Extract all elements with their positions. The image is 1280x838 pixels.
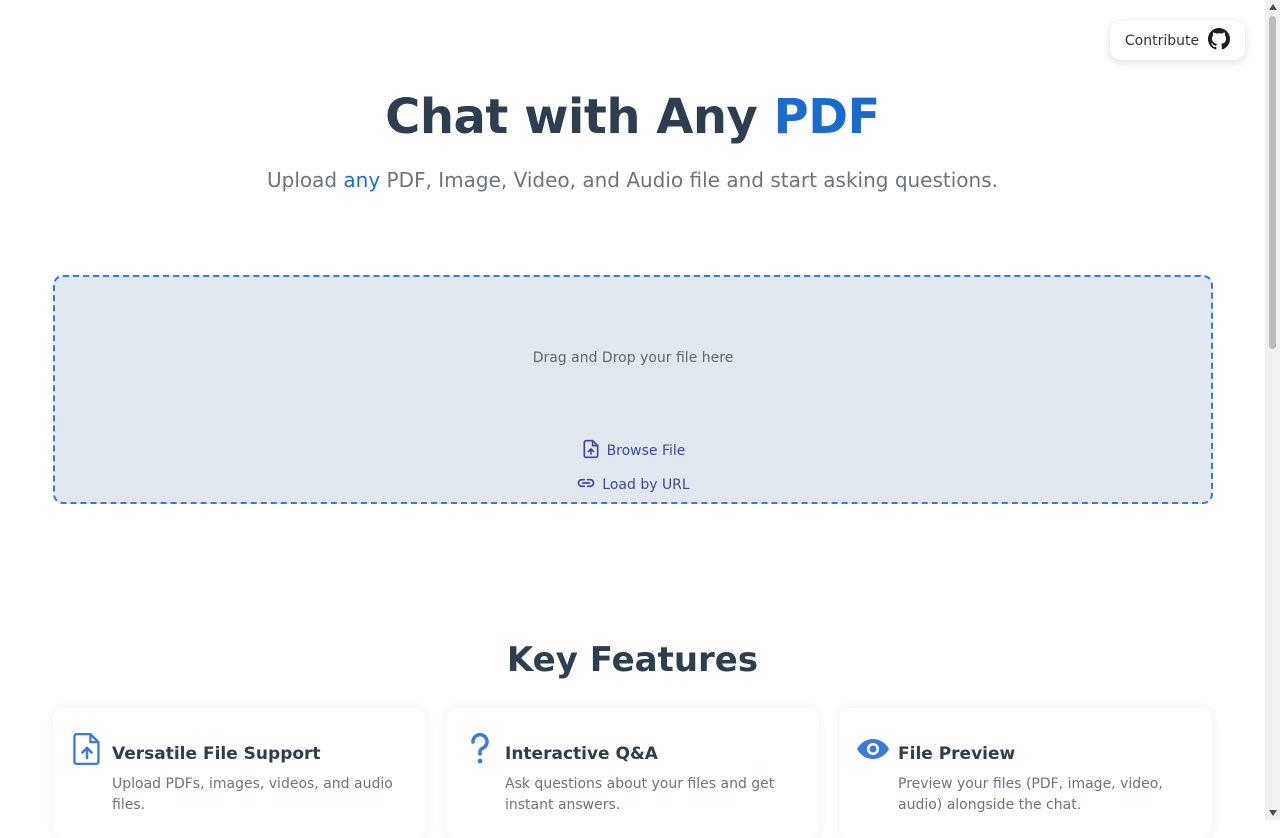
file-dropzone[interactable]: Drag and Drop your file here Browse File… <box>53 275 1213 504</box>
feature-description: Upload PDFs, images, videos, and audio f… <box>112 776 393 813</box>
subtitle-before: Upload <box>266 168 344 192</box>
vertical-scrollbar[interactable] <box>1265 0 1280 820</box>
load-by-url-label: Load by URL <box>602 477 690 493</box>
feature-title: Versatile File Support <box>112 744 321 764</box>
subtitle-after: PDF, Image, Video, and Audio file and st… <box>380 168 998 192</box>
feature-card-qa: Interactive Q&A Ask questions about your… <box>446 708 819 838</box>
contribute-label: Contribute <box>1124 32 1200 49</box>
subtitle-accent: any <box>343 168 381 192</box>
scrollbar-thumb[interactable] <box>1269 16 1276 349</box>
scroll-up-icon[interactable] <box>1265 0 1280 14</box>
scroll-down-icon[interactable] <box>1265 806 1280 820</box>
features-title: Key Features <box>506 640 759 680</box>
page-subtitle: Upload any PDF, Image, Video, and Audio … <box>0 166 1265 194</box>
feature-card-preview: File Preview Preview your files (PDF, im… <box>839 708 1212 838</box>
title-accent: PDF <box>773 89 881 145</box>
eye-icon <box>856 732 890 766</box>
file-upload-icon <box>70 732 104 766</box>
link-icon <box>576 473 596 497</box>
feature-title: File Preview <box>898 744 1016 764</box>
question-mark-icon <box>463 732 497 766</box>
github-icon <box>1208 27 1231 54</box>
feature-description: Ask questions about your files and get i… <box>505 776 775 813</box>
browse-file-button[interactable]: Browse File <box>55 439 1211 463</box>
feature-title: Interactive Q&A <box>505 744 658 764</box>
file-upload-icon <box>581 439 601 463</box>
feature-card-file-support: Versatile File Support Upload PDFs, imag… <box>53 708 426 838</box>
browse-file-label: Browse File <box>606 443 686 459</box>
feature-description: Preview your files (PDF, image, video, a… <box>898 776 1163 813</box>
page-title: Chat with Any PDF <box>0 86 1265 148</box>
load-by-url-button[interactable]: Load by URL <box>55 473 1211 497</box>
drop-instructions: Drag and Drop your file here <box>532 350 734 366</box>
contribute-button[interactable]: Contribute <box>1110 21 1245 60</box>
title-prefix: Chat with Any <box>385 89 774 145</box>
